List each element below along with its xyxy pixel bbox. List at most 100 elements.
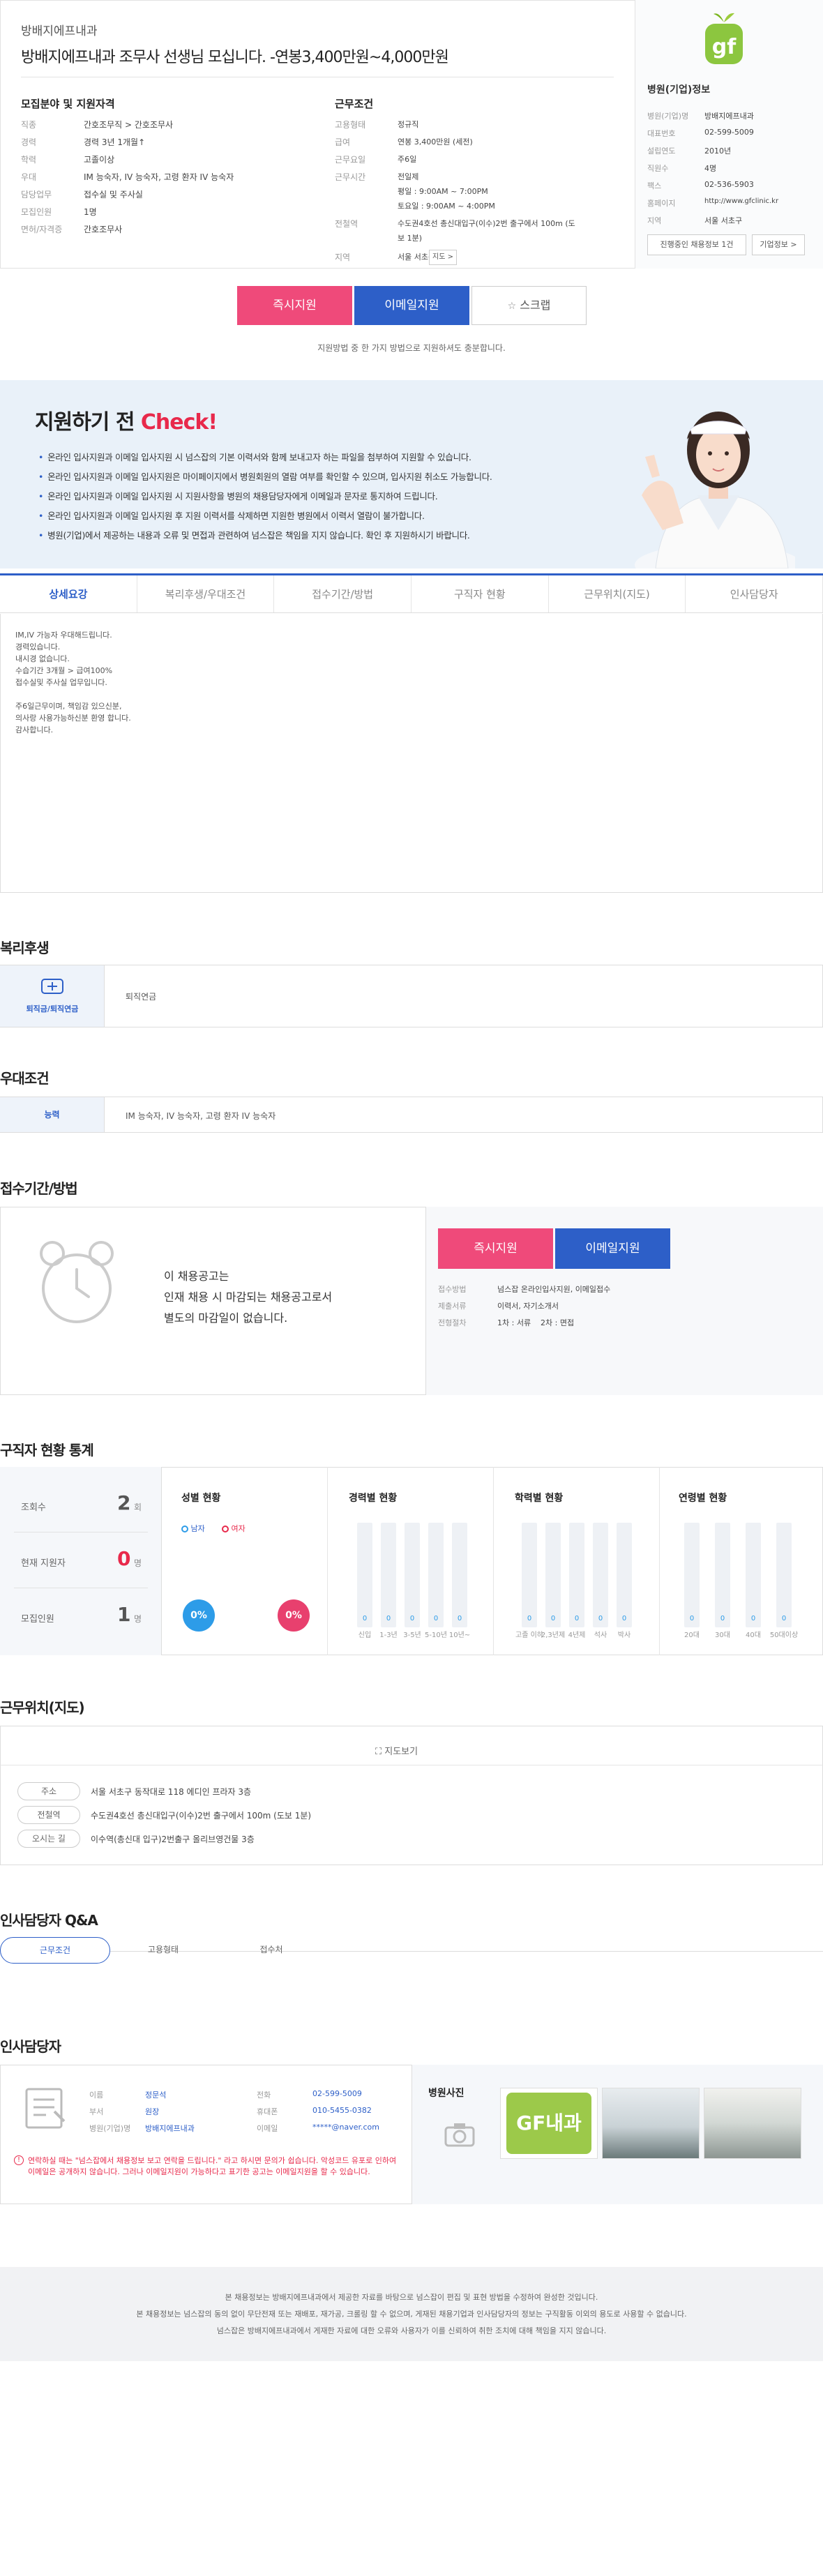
bullet-icon: • — [38, 511, 44, 521]
condition-value: 평일 : 9:00AM ~ 7:00PM — [398, 187, 488, 196]
detail-line: 접수실및 주사실 업무입니다. — [15, 678, 107, 687]
hospital-photo-1[interactable]: GF내과 — [500, 2088, 598, 2159]
map-icon: ⛶ — [375, 1747, 382, 1757]
detail-text: IM,IV 가능자 우대해드립니다. 경력있습니다. 내시경 없습니다. 수습기간 3… — [15, 629, 434, 736]
tab-2[interactable]: 복리후생/우대조건 — [137, 575, 275, 612]
manager-key: 이메일 — [257, 2124, 278, 2133]
hospital-info-key: 병원(기업)명 — [647, 112, 689, 121]
prefer-title: 우대조건 — [0, 1070, 50, 1087]
check-item: • 온라인 입사지원과 이메일 입사지원은 마이페이지에서 병원회원의 열람 여부… — [38, 472, 492, 482]
bar-value: 0 — [689, 1615, 695, 1622]
condition-key: 급여 — [335, 137, 351, 147]
female-dot-icon — [222, 1526, 229, 1532]
condition-key: 근무시간 — [335, 172, 366, 182]
qa-tab-2[interactable]: 고용형태 — [108, 1937, 218, 1964]
location-value: 이수역(총신대 입구)2번출구 올리브영건물 3층 — [91, 1835, 255, 1844]
condition-value: 토요일 : 9:00AM ~ 4:00PM — [398, 202, 495, 211]
prefer-box — [0, 1097, 823, 1133]
map-button[interactable]: 지도 > — [429, 250, 457, 265]
stat-unit: 명 — [134, 1558, 142, 1568]
bar-label: 박사 — [617, 1632, 631, 1639]
tab-6[interactable]: 인사담당자 — [686, 575, 823, 612]
recruit-key: 학력 — [21, 155, 37, 165]
bar-label: 10년~ — [448, 1632, 471, 1639]
hospital-logo: gf — [701, 8, 747, 68]
scrap-button[interactable]: ☆ 스크랩 — [471, 286, 587, 325]
manager-value: 02-599-5009 — [312, 2089, 362, 2098]
hospital-info-value: 02-536-5903 — [704, 180, 754, 189]
bar-label: 50대이상 — [769, 1632, 799, 1639]
location-key: 주소 — [17, 1782, 80, 1800]
tab-3[interactable]: 접수기간/방법 — [274, 575, 412, 612]
manager-value: 010-5455-0382 — [312, 2106, 372, 2115]
condition-value: 정규직 — [398, 120, 419, 129]
period-email-button[interactable]: 이메일지원 — [555, 1228, 670, 1269]
bar-edu-3 — [593, 1523, 608, 1627]
bullet-icon: • — [38, 491, 44, 502]
manager-key: 이름 — [89, 2091, 104, 2100]
footer-line: 본 채용정보는 넘스잡의 동의 없이 무단전재 또는 재배포, 재가공, 크롤링… — [136, 2310, 687, 2319]
bar-value: 0 — [621, 1615, 627, 1622]
edu-bars: 0 고졸 이하 0 2,3년제 0 4년제 0 석사 0 박사 — [494, 1467, 660, 1655]
map-view-button[interactable]: ⛶ 지도보기 — [375, 1744, 418, 1757]
tab-4[interactable]: 구직자 현황 — [412, 575, 549, 612]
period-key: 접수방법 — [438, 1285, 467, 1294]
hospital-info-value: 02-599-5009 — [704, 128, 754, 137]
closed-message-line: 별도의 마감일이 없습니다. — [164, 1311, 288, 1325]
stat-unit: 회 — [134, 1502, 142, 1512]
period-row: 전형절차 1차 : 서류 2차 : 면접 — [438, 1317, 801, 1334]
recruit-key: 모집인원 — [21, 207, 52, 217]
location-row: 주소 서울 서초구 동작대로 118 에디인 프라자 3층 — [17, 1782, 785, 1806]
bar-value: 0 — [362, 1615, 368, 1622]
manager-notice: ! 연락하실 때는 "넘스잡에서 채용정보 보고 연락을 드립니다." 라고 하… — [14, 2155, 405, 2178]
bar-label: 30대 — [715, 1632, 730, 1639]
stat-value: 1 — [117, 1603, 131, 1626]
hospital-photo-3[interactable] — [704, 2088, 801, 2159]
hospital-info-title: 병원(기업)정보 — [647, 84, 711, 96]
hospital-info-value: 4명 — [704, 164, 717, 173]
period-instant-button[interactable]: 즉시지원 — [438, 1228, 553, 1269]
company-info-button[interactable]: 기업정보 > — [752, 234, 805, 255]
check-list: • 온라인 입사지원과 이메일 입사지원 시 넘스잡의 기본 이력서와 함께 보내… — [38, 448, 596, 545]
period-title: 접수기간/방법 — [0, 1180, 78, 1197]
check-item: • 온라인 입사지원과 이메일 입사지원 후 지원 이력서를 삭제하면 지원한 병… — [38, 511, 425, 521]
stat-unit: 명 — [134, 1614, 142, 1624]
hospital-name[interactable]: 방배지에프내과 — [21, 21, 97, 38]
bar-value: 0 — [598, 1615, 603, 1622]
condition-key: 전철역 — [335, 219, 358, 229]
conditions-info: 고용형태 정규직 급여 연봉 3,400만원 (세전) 근무요일 주6일 근무시간 전일제 평일… — [335, 119, 628, 265]
male-legend: 남자 — [181, 1523, 205, 1534]
bullet-icon: • — [38, 452, 44, 462]
star-icon: ☆ — [507, 301, 517, 312]
qa-tab-3[interactable]: 접수처 — [216, 1937, 326, 1964]
ongoing-jobs-button[interactable]: 진행중인 채용정보 1건 — [647, 234, 746, 255]
location-value: 서울 서초구 동작대로 118 에디인 프라자 3층 — [91, 1787, 252, 1797]
scrap-label: 스크랩 — [520, 299, 551, 312]
condition-key: 근무요일 — [335, 155, 366, 165]
location-key: 오시는 길 — [17, 1830, 80, 1848]
qa-tab-1[interactable]: 근무조건 — [0, 1937, 110, 1964]
bar-value: 0 — [386, 1615, 391, 1622]
tab-1[interactable]: 상세요강 — [0, 575, 137, 612]
manager-row: 이메일 *****@naver.com — [257, 2123, 417, 2139]
hospital-info-key: 팩스 — [647, 181, 662, 190]
recruit-value: 간호조무직 > 간호조무사 — [84, 120, 174, 130]
location-key: 전철역 — [17, 1806, 80, 1824]
recruit-key: 직종 — [21, 120, 37, 130]
welfare-icon-label: 퇴직금/퇴직연금 — [26, 1004, 79, 1014]
detail-line: 내시경 없습니다. — [15, 654, 70, 663]
recruit-value: 간호조무사 — [84, 225, 123, 234]
prefer-value: IM 능숙자, IV 능숙자, 고령 환자 IV 능숙자 — [126, 1111, 276, 1121]
email-apply-button[interactable]: 이메일지원 — [354, 286, 469, 325]
period-value: 넘스잡 온라인입사지원, 이메일접수 — [497, 1285, 611, 1294]
recruit-key: 경력 — [21, 137, 37, 147]
bullet-icon: • — [38, 530, 44, 541]
stat-value: 0 — [117, 1547, 131, 1570]
bar-age-0 — [684, 1523, 700, 1627]
hospital-photo-2[interactable] — [602, 2088, 700, 2159]
footer-line: 넘스잡은 방배지에프내과에서 게재한 자료에 대한 오류와 사용자가 이를 신뢰… — [216, 2326, 607, 2335]
tab-5[interactable]: 근무위치(지도) — [549, 575, 686, 612]
detail-line: 주6일근무이며, 책임감 있으신분, — [15, 702, 122, 711]
homepage-link[interactable]: http://www.gfclinic.kr — [704, 197, 778, 205]
instant-apply-button[interactable]: 즉시지원 — [237, 286, 352, 325]
